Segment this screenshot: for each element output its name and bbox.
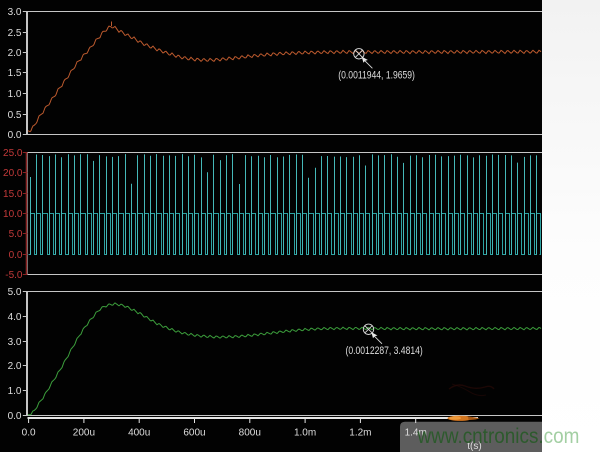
svg-text:(0.0012287, 3.4814): (0.0012287, 3.4814)	[346, 345, 423, 357]
svg-text:600u: 600u	[183, 427, 205, 438]
svg-text:2.0: 2.0	[8, 361, 22, 372]
svg-text:3.0: 3.0	[8, 7, 22, 18]
svg-text:5.0: 5.0	[9, 229, 23, 240]
svg-text:200u: 200u	[73, 427, 95, 438]
svg-text:800u: 800u	[239, 427, 261, 438]
svg-text:3.0: 3.0	[8, 337, 22, 348]
svg-text:25.0: 25.0	[3, 148, 23, 159]
svg-text:0.0: 0.0	[9, 250, 23, 261]
svg-text:0.0: 0.0	[8, 411, 22, 422]
svg-text:1.0: 1.0	[8, 386, 22, 397]
svg-text:2.5: 2.5	[8, 28, 22, 39]
svg-text:0.0: 0.0	[8, 130, 22, 141]
svg-text:-5.0: -5.0	[5, 270, 23, 281]
svg-text:5.0: 5.0	[8, 287, 22, 298]
svg-text:0.0: 0.0	[22, 427, 36, 438]
svg-text:0.5: 0.5	[8, 110, 22, 121]
svg-text:400u: 400u	[128, 427, 150, 438]
svg-text:1.0: 1.0	[8, 89, 22, 100]
svg-text:20.0: 20.0	[3, 168, 23, 179]
svg-text:1.5: 1.5	[8, 68, 22, 79]
svg-text:15.0: 15.0	[3, 189, 23, 200]
svg-text:(0.0011944, 1.9659): (0.0011944, 1.9659)	[338, 70, 415, 82]
svg-text:2.0: 2.0	[8, 48, 22, 59]
svg-text:1.2m: 1.2m	[349, 427, 371, 438]
svg-text:10.0: 10.0	[3, 209, 23, 220]
svg-text:4.0: 4.0	[8, 312, 22, 323]
svg-text:1.0m: 1.0m	[294, 427, 316, 438]
